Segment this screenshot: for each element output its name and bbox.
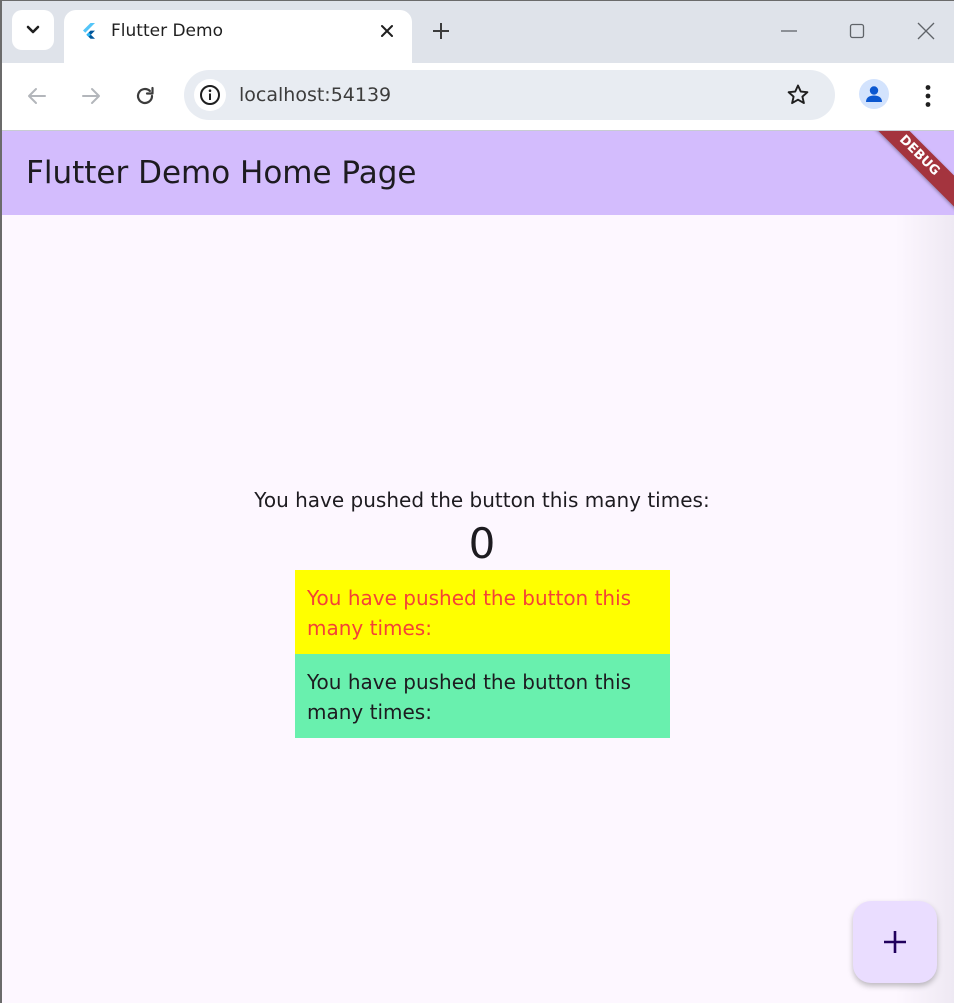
site-info-button[interactable]	[194, 79, 226, 111]
maximize-button[interactable]	[839, 15, 875, 47]
url-text[interactable]: localhost:54139	[239, 84, 391, 106]
green-text-box: You have pushed the button this many tim…	[295, 654, 670, 738]
tab-close-button[interactable]	[376, 20, 398, 42]
forward-button[interactable]	[72, 77, 110, 115]
flutter-logo-icon	[83, 23, 95, 39]
browser-toolbar: localhost:54139	[2, 63, 954, 131]
counter-label: You have pushed the button this many tim…	[254, 488, 710, 512]
info-icon	[200, 85, 220, 105]
browser-menu-button[interactable]	[914, 79, 942, 113]
app-page: Flutter Demo Home Page DEBUG You have pu…	[2, 131, 954, 1003]
person-icon	[866, 86, 882, 102]
green-box-text: You have pushed the button this many tim…	[307, 670, 632, 724]
tab-search-button[interactable]	[12, 10, 54, 50]
address-bar[interactable]: localhost:54139	[184, 70, 835, 120]
new-tab-button[interactable]	[427, 17, 455, 45]
plus-icon	[433, 23, 449, 39]
minimize-icon	[781, 30, 797, 32]
yellow-box-text: You have pushed the button this many tim…	[307, 586, 632, 640]
reload-button[interactable]	[126, 77, 164, 115]
profile-button[interactable]	[859, 79, 889, 109]
kebab-menu-icon	[925, 85, 931, 107]
minimize-button[interactable]	[771, 15, 807, 47]
counter-value: 0	[468, 519, 496, 568]
yellow-text-box: You have pushed the button this many tim…	[295, 570, 670, 654]
close-icon	[381, 25, 393, 37]
tab-title: Flutter Demo	[111, 21, 223, 41]
app-bar: Flutter Demo Home Page	[2, 131, 954, 215]
chevron-down-icon	[26, 25, 40, 34]
arrow-left-icon	[28, 88, 46, 104]
arrow-right-icon	[82, 88, 100, 104]
bookmark-button[interactable]	[784, 81, 812, 109]
window-close-button[interactable]	[908, 15, 944, 47]
browser-window: Flutter Demo localhost:54139 Flutter Dem…	[0, 0, 954, 1003]
edge-shadow	[896, 215, 954, 1003]
page-title: Flutter Demo Home Page	[26, 155, 417, 191]
maximize-icon	[849, 23, 865, 39]
tab-strip: Flutter Demo	[2, 1, 954, 64]
increment-fab-button[interactable]	[853, 901, 937, 983]
plus-icon	[884, 931, 906, 953]
tab-flutter-demo[interactable]: Flutter Demo	[64, 10, 412, 64]
back-button[interactable]	[18, 77, 56, 115]
reload-icon	[136, 86, 154, 105]
close-icon	[917, 22, 935, 40]
star-icon	[787, 84, 809, 105]
